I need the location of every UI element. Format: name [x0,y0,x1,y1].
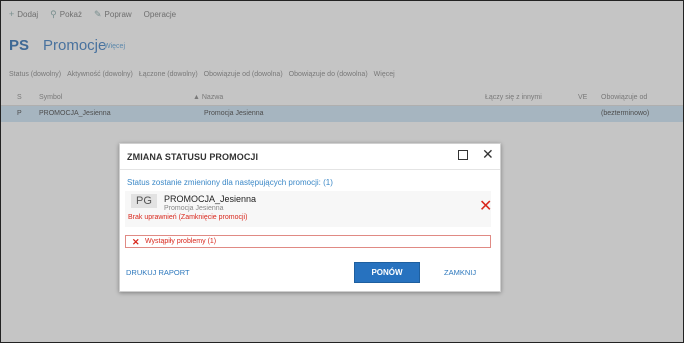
close-icon[interactable]: ✕ [482,147,494,161]
error-x-icon: ✕ [479,198,493,215]
divider [120,169,500,170]
promotion-error: Brak uprawnień (Zamknięcie promocji) [128,214,248,221]
info-message: Status zostanie zmieniony dla następując… [127,178,333,187]
close-button[interactable]: ZAMKNIJ [444,268,476,277]
problems-text: Wystąpiły problemy (1) [145,238,217,245]
app-window: + Dodaj ⚲ Pokaż ✎ Popraw Operacje PS Pro… [0,0,684,343]
promotion-item: PG PROMOCJA_Jesienna Promocja Jesienna B… [125,191,493,227]
promotion-symbol: PROMOCJA_Jesienna [164,194,257,204]
dialog-title: ZMIANA STATUSU PROMOCJI [127,152,259,162]
maximize-icon[interactable] [458,150,468,160]
promotion-name: Promocja Jesienna [164,205,224,212]
problems-summary[interactable]: ✕ Wystąpiły problemy (1) [125,235,491,248]
promotion-badge: PG [131,194,157,208]
error-x-icon: ✕ [132,237,140,247]
print-report-button[interactable]: DRUKUJ RAPORT [126,268,190,277]
retry-button[interactable]: PONÓW [354,262,420,283]
status-change-dialog: ZMIANA STATUSU PROMOCJI ✕ Status zostani… [119,143,501,292]
